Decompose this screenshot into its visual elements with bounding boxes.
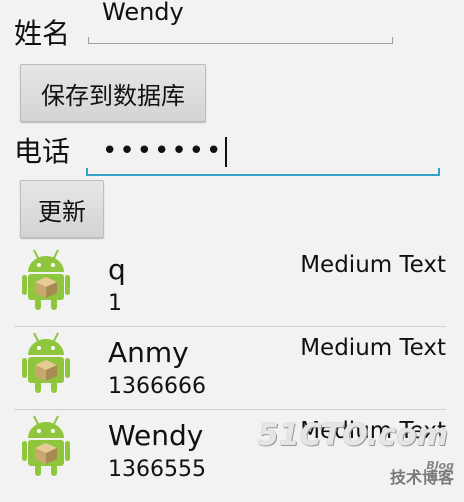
item-name: Wendy	[108, 419, 204, 452]
item-name: q	[108, 253, 126, 286]
item-phone: 1366555	[108, 457, 206, 482]
android-robot-icon	[22, 415, 70, 476]
watermark-51cto: 51CTO.com Blog 技术博客	[258, 418, 454, 492]
item-name: Anmy	[108, 336, 189, 369]
android-robot-icon	[22, 332, 70, 393]
phone-masked-text: •••••••	[102, 136, 224, 166]
update-button[interactable]: 更新	[20, 180, 104, 238]
android-robot-icon	[22, 249, 70, 310]
item-medium-text: Medium Text	[300, 335, 446, 361]
item-medium-text: Medium Text	[300, 252, 446, 278]
name-input[interactable]: Wendy	[88, 0, 393, 44]
item-phone: 1366666	[108, 374, 206, 399]
name-label: 姓名	[14, 17, 71, 50]
phone-input[interactable]: •••••••	[86, 132, 440, 176]
phone-input-value: •••••••	[102, 134, 228, 168]
list-item[interactable]: Anmy 1366666 Medium Text	[14, 327, 446, 410]
save-to-database-button[interactable]: 保存到数据库	[20, 64, 206, 122]
text-cursor	[225, 136, 228, 167]
watermark-subtitle: 技术博客	[389, 468, 454, 487]
phone-label: 电话	[14, 135, 71, 168]
watermark-site: 51CTO.com	[257, 418, 448, 453]
name-input-value: Wendy	[102, 0, 184, 26]
list-item[interactable]: q 1 Medium Text	[14, 244, 446, 327]
item-phone: 1	[108, 291, 122, 316]
